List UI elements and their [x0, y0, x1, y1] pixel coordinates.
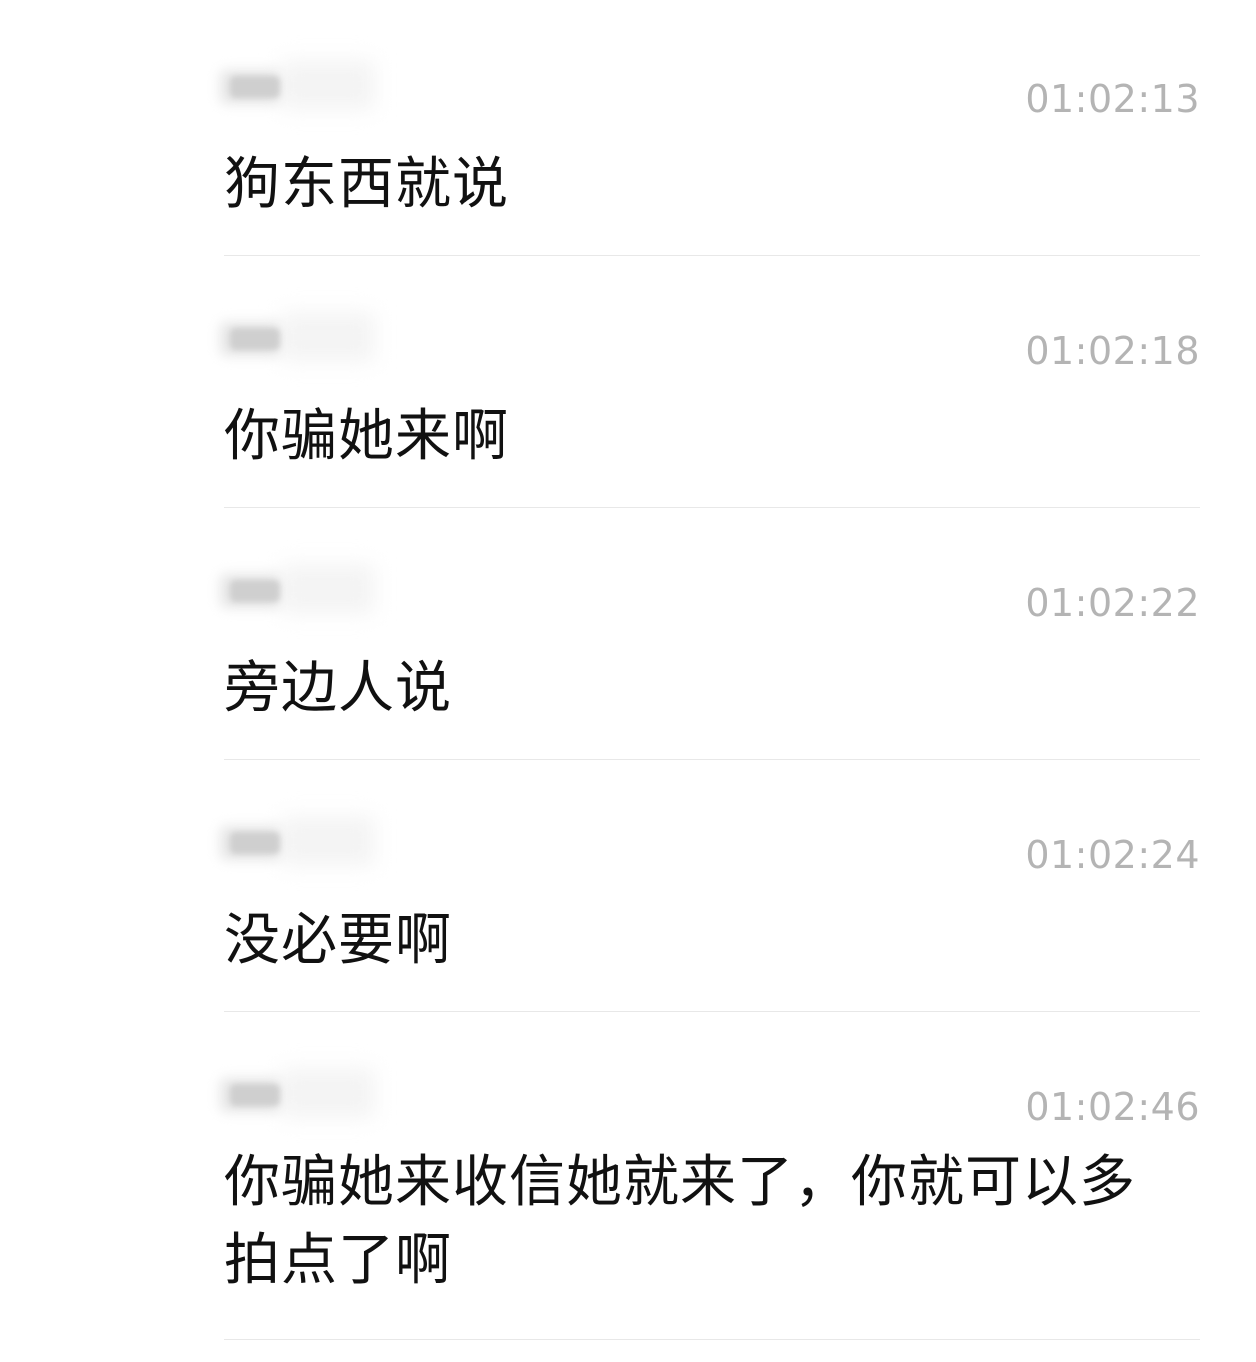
message-item[interactable]: 01:02:22 旁边人说 — [220, 554, 1200, 721]
message-text: 你骗她来收信她就来了，你就可以多拍点了啊 — [224, 1150, 1136, 1293]
divider — [224, 759, 1200, 760]
sender-name-redacted — [220, 1058, 380, 1128]
divider — [224, 507, 1200, 508]
message-text: 狗东西就说 — [224, 152, 509, 217]
message-text: 没必要啊 — [224, 908, 452, 973]
sender-name-redacted — [220, 50, 380, 120]
divider — [224, 1339, 1200, 1340]
message-timestamp: 01:02:22 — [1025, 581, 1200, 625]
message-timestamp: 01:02:24 — [1025, 833, 1200, 877]
message-timestamp: 01:02:46 — [1025, 1085, 1200, 1129]
sender-name-redacted — [220, 302, 380, 372]
message-text: 旁边人说 — [224, 656, 452, 721]
divider — [224, 1011, 1200, 1012]
message-item[interactable]: 01:02:18 你骗她来啊 — [220, 302, 1200, 469]
message-item[interactable]: 01:02:13 狗东西就说 — [220, 50, 1200, 217]
divider — [224, 255, 1200, 256]
sender-name-redacted — [220, 554, 380, 624]
message-timestamp: 01:02:13 — [1025, 77, 1200, 121]
message-list: 01:02:13 狗东西就说 01:02:18 你骗她来啊 01:02:22 旁… — [0, 0, 1256, 1362]
message-item[interactable]: 01:02:46 你骗她来收信她就来了，你就可以多拍点了啊 — [220, 1058, 1200, 1298]
message-text: 你骗她来啊 — [224, 404, 509, 469]
message-item[interactable]: 01:02:24 没必要啊 — [220, 806, 1200, 973]
sender-name-redacted — [220, 806, 380, 876]
message-timestamp: 01:02:18 — [1025, 329, 1200, 373]
